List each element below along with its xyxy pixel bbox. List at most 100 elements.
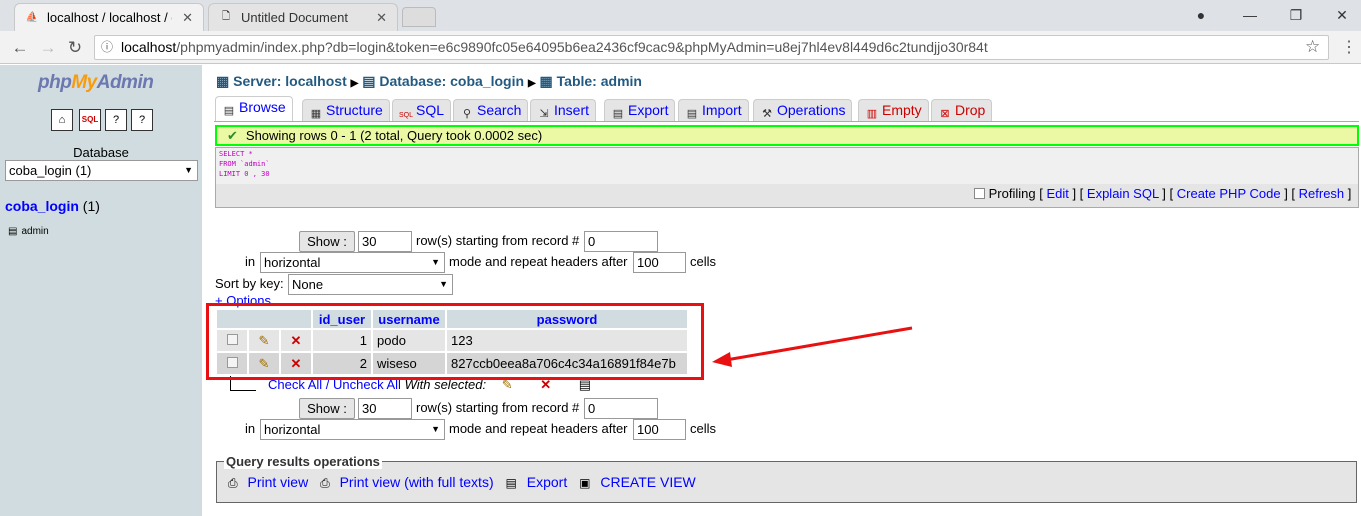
bookmark-star-icon[interactable]: ☆ (1305, 37, 1320, 57)
sidebar-item-admin[interactable]: ▤ admin (8, 226, 49, 237)
tab-label: Insert (554, 102, 590, 118)
show-button[interactable]: Show : (299, 231, 355, 252)
info-icon[interactable]: ⓘ (101, 36, 113, 59)
back-button[interactable]: ← (8, 36, 32, 60)
create-view-link[interactable]: CREATE VIEW (600, 474, 695, 490)
start-record-input-bottom[interactable]: 0 (584, 398, 658, 419)
tab-search[interactable]: ⚲ Search (453, 99, 529, 121)
database-icon: ▤ (362, 73, 376, 89)
tab-label: Drop (955, 102, 986, 118)
pma-favicon-icon: ⛵ (25, 12, 39, 23)
profiling-checkbox[interactable] (974, 188, 985, 199)
tab-divider (214, 121, 1359, 122)
tab-label: Browse (239, 99, 286, 115)
server-icon: ▦ (216, 73, 230, 89)
tab-browse[interactable]: ▤ Browse (215, 96, 293, 121)
close-tab-icon[interactable]: ✕ (182, 10, 193, 26)
sort-select[interactable]: None ▼ (288, 274, 453, 295)
query-results-legend: Query results operations (224, 454, 382, 469)
arrow-right-icon: ▶ (350, 78, 359, 89)
sql-query-icon[interactable]: SQL (79, 109, 101, 131)
chevron-down-icon: ▼ (431, 257, 440, 267)
sql-line: SELECT * (219, 150, 253, 158)
tab-label: Import (702, 102, 742, 118)
sql-links: Profiling [ Edit ] [ Explain SQL ] [ Cre… (974, 186, 1351, 201)
database-label: Database (73, 145, 129, 160)
repeat-headers-input[interactable]: 100 (633, 252, 686, 273)
explain-sql-link[interactable]: Explain SQL (1087, 186, 1159, 201)
annotation-arrow-icon (712, 326, 913, 367)
tab-export[interactable]: ▤ Export (604, 99, 676, 121)
close-window-button[interactable]: ✕ (1327, 4, 1357, 26)
mode-select[interactable]: horizontal ▼ (260, 252, 445, 273)
breadcrumb-table[interactable]: Table: admin (557, 73, 642, 89)
tab-title: localhost / localhost / co (47, 10, 172, 25)
empty-icon: ▥ (866, 108, 878, 120)
account-icon[interactable]: ● (1186, 4, 1216, 26)
tab-insert[interactable]: ⇲ Insert (530, 99, 597, 121)
tab-operations[interactable]: ⚒ Operations (753, 99, 853, 121)
document-favicon-icon: 🗋 (221, 11, 231, 22)
tab-label: Export (628, 102, 669, 118)
tab-sql[interactable]: SQL SQL (392, 99, 452, 121)
maximize-button[interactable]: ❐ (1281, 4, 1311, 26)
tab-structure[interactable]: ▦ Structure (302, 99, 390, 121)
url-path: /phpmyadmin/index.php?db=login&token=e6c… (176, 39, 988, 55)
database-select[interactable]: coba_login (1) ▼ (5, 160, 198, 181)
tab-empty[interactable]: ▥ Empty (858, 99, 929, 121)
edit-sql-link[interactable]: Edit (1046, 186, 1068, 201)
phpmyadmin-logo[interactable]: phpMyAdmin (38, 72, 154, 94)
browser-tab-phpmyadmin[interactable]: ⛵ localhost / localhost / co ✕ (14, 3, 204, 31)
print-view-link[interactable]: Print view (248, 474, 309, 490)
search-icon: ⚲ (462, 108, 472, 120)
reload-button[interactable]: ↻ (63, 36, 87, 60)
help-icon[interactable]: ? (105, 109, 127, 131)
docs-icon[interactable]: ? (131, 109, 153, 131)
rows-input[interactable]: 30 (358, 231, 412, 252)
refresh-link[interactable]: Refresh (1299, 186, 1345, 201)
export-link[interactable]: Export (527, 474, 567, 490)
cells-text: cells (690, 421, 717, 436)
browse-icon: ▤ (223, 105, 235, 117)
arrow-right-icon: ▶ (527, 78, 536, 89)
sidebar-db-heading: coba_login (1) (5, 198, 100, 214)
address-bar[interactable]: ⓘ localhost/phpmyadmin/index.php?db=login… (94, 35, 1329, 60)
sort-label: Sort by key: (215, 276, 284, 291)
mode-select-value: horizontal (264, 255, 321, 270)
breadcrumb-database[interactable]: Database: coba_login (379, 73, 524, 89)
new-tab-button[interactable] (402, 7, 436, 27)
forward-button[interactable]: → (36, 36, 60, 60)
browser-tab-untitled[interactable]: 🗋 Untitled Document ✕ (208, 3, 398, 31)
sidebar-db-link[interactable]: coba_login (5, 198, 79, 214)
breadcrumb-server[interactable]: Server: localhost (233, 73, 347, 89)
table-icon: ▤ (8, 226, 18, 237)
import-icon: ▤ (686, 108, 698, 120)
sql-code: SELECT * FROM `admin` LIMIT 0 , 30 (216, 148, 1358, 184)
export-icon: ▤ (612, 108, 624, 120)
minimize-button[interactable]: — (1235, 4, 1265, 26)
sidebar-item-label: admin (21, 226, 49, 237)
rows-input-bottom[interactable]: 30 (358, 398, 412, 419)
create-php-link[interactable]: Create PHP Code (1177, 186, 1281, 201)
show-button-bottom[interactable]: Show : (299, 398, 355, 419)
repeat-headers-input-bottom[interactable]: 100 (633, 419, 686, 440)
menu-icon[interactable]: ⋮ (1341, 37, 1357, 57)
home-icon[interactable]: ⌂ (51, 109, 73, 131)
create-view-icon: ▣ (579, 476, 591, 490)
start-record-input[interactable]: 0 (584, 231, 658, 252)
breadcrumb: ▦ Server: localhost ▶ ▤ Database: coba_l… (216, 73, 642, 90)
print-icon: ⎙ (228, 476, 238, 490)
tab-import[interactable]: ▤ Import (678, 99, 749, 121)
mode-select-value: horizontal (264, 422, 321, 437)
tab-drop[interactable]: ⊠ Drop (931, 99, 993, 121)
close-tab-icon[interactable]: ✕ (376, 10, 387, 26)
annotation-highlight-box (206, 303, 704, 380)
print-full-link[interactable]: Print view (with full texts) (340, 474, 494, 490)
profiling-label: Profiling (988, 186, 1036, 201)
tab-label: Empty (882, 102, 922, 118)
rows-text: row(s) starting from record # (416, 233, 580, 248)
chevron-down-icon: ▼ (184, 165, 193, 175)
mode-select-bottom[interactable]: horizontal ▼ (260, 419, 445, 440)
structure-icon: ▦ (310, 108, 322, 120)
tab-label: Search (477, 102, 522, 118)
